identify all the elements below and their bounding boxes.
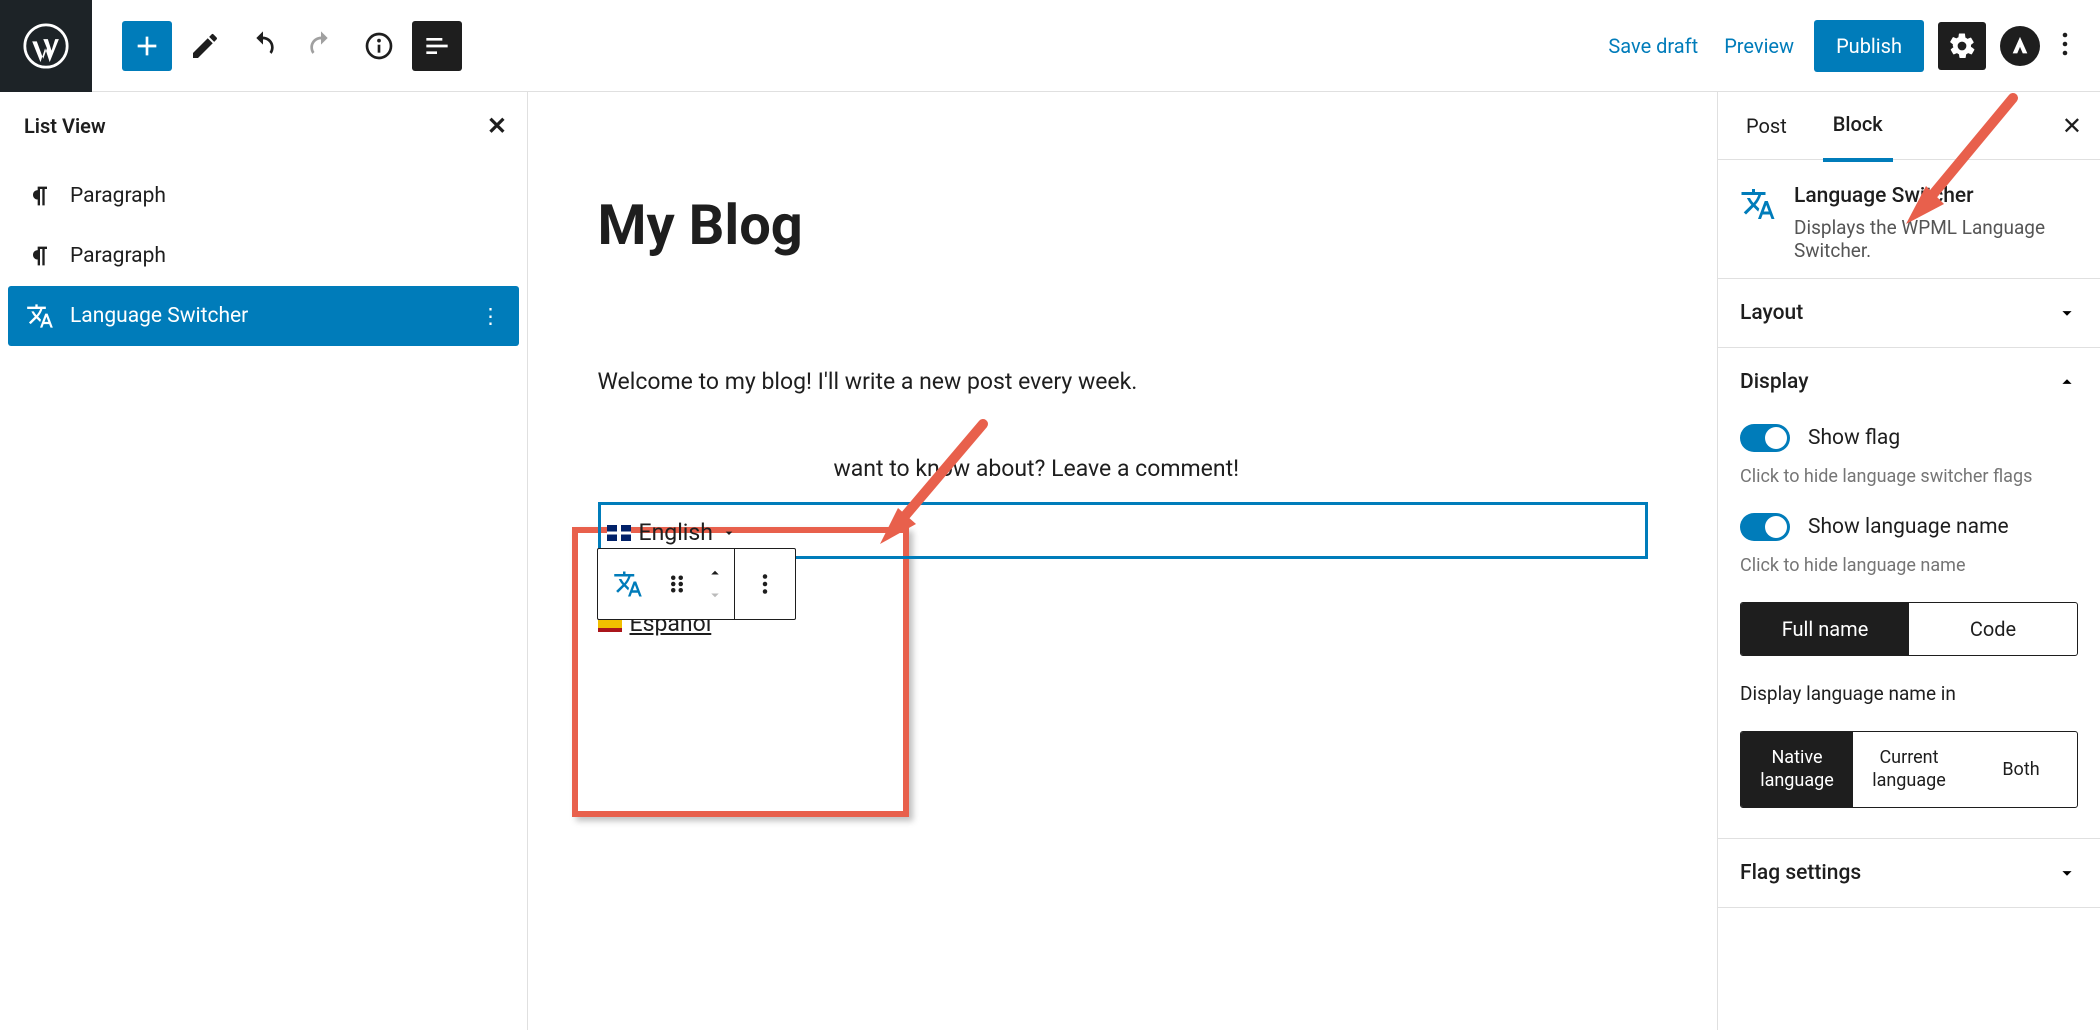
topbar: Save draft Preview Publish [0, 0, 2100, 92]
list-item-more-icon[interactable]: ⋮ [480, 304, 501, 329]
toggle-show-name[interactable]: Show language name [1740, 513, 2078, 541]
display-in-group: Native language Current language Both [1740, 731, 2078, 808]
tools-button[interactable] [180, 21, 230, 71]
settings-button[interactable] [1938, 22, 1986, 70]
list-view-title: List View [24, 114, 106, 138]
paragraph-block[interactable]: want to know about? Leave a comment! [598, 455, 1648, 482]
listview-toggle-button[interactable] [412, 21, 462, 71]
publish-button[interactable]: Publish [1814, 20, 1924, 72]
wordpress-logo[interactable] [0, 0, 92, 92]
section-layout: Layout [1718, 279, 2100, 348]
name-mode-group: Full name Code [1740, 602, 2078, 656]
translate-icon [26, 302, 54, 330]
list-view-panel: List View ✕ Paragraph ⋮ Paragraph ⋮ Lang… [0, 92, 528, 1030]
list-item-paragraph[interactable]: Paragraph ⋮ [8, 226, 519, 286]
display-in-native[interactable]: Native language [1741, 732, 1853, 807]
drag-icon [662, 569, 692, 599]
block-more-button[interactable] [735, 549, 795, 619]
paragraph-icon [26, 242, 54, 270]
workspace: List View ✕ Paragraph ⋮ Paragraph ⋮ Lang… [0, 92, 2100, 1030]
list-view-items: Paragraph ⋮ Paragraph ⋮ Language Switche… [0, 160, 527, 352]
toggle-label: Show language name [1808, 515, 2009, 539]
block-description: Displays the WPML Language Switcher. [1794, 216, 2078, 262]
more-vertical-icon [750, 569, 780, 599]
save-draft-link[interactable]: Save draft [1602, 34, 1704, 58]
chevron-down-icon [2056, 302, 2078, 324]
chevron-up-icon [2056, 371, 2078, 393]
paragraph-icon [26, 182, 54, 210]
section-display: Display Show flag Click to hide language… [1718, 348, 2100, 839]
list-item-label: Paragraph [70, 244, 166, 268]
name-mode-code[interactable]: Code [1909, 603, 2077, 655]
editor-canvas: My Blog Welcome to my blog! I'll write a… [528, 92, 1717, 1030]
list-item-paragraph[interactable]: Paragraph ⋮ [8, 166, 519, 226]
name-mode-fullname[interactable]: Full name [1741, 603, 1909, 655]
section-title: Display [1740, 370, 1808, 394]
toggle-switch[interactable] [1740, 424, 1790, 452]
translate-icon [613, 569, 643, 599]
section-layout-toggle[interactable]: Layout [1718, 279, 2100, 347]
flag-gb-icon [607, 525, 631, 541]
toggle-hint: Click to hide language switcher flags [1740, 466, 2078, 487]
redo-button[interactable] [296, 21, 346, 71]
sidebar-tab-block[interactable]: Block [1823, 92, 1893, 162]
display-in-both[interactable]: Both [1965, 732, 2077, 807]
sidebar-tabs: Post Block ✕ [1718, 92, 2100, 160]
list-view-header: List View ✕ [0, 92, 527, 160]
translate-icon [1740, 184, 1776, 224]
topbar-right: Save draft Preview Publish [1602, 20, 2100, 72]
undo-button[interactable] [238, 21, 288, 71]
section-display-toggle[interactable]: Display [1718, 348, 2100, 416]
section-flag-settings: Flag settings [1718, 839, 2100, 908]
move-down-icon[interactable] [706, 586, 724, 604]
block-header: Language Switcher Displays the WPML Lang… [1718, 160, 2100, 279]
section-title: Flag settings [1740, 861, 1861, 885]
block-title: Language Switcher [1794, 184, 2078, 208]
section-display-body: Show flag Click to hide language switche… [1718, 416, 2100, 838]
preview-link[interactable]: Preview [1718, 34, 1800, 58]
toggle-switch[interactable] [1740, 513, 1790, 541]
chevron-down-icon [721, 525, 737, 541]
info-button[interactable] [354, 21, 404, 71]
plugin-circle-icon[interactable] [2000, 26, 2040, 66]
paragraph-block[interactable]: Welcome to my blog! I'll write a new pos… [598, 368, 1648, 395]
block-movers [696, 549, 734, 619]
toggle-show-flag[interactable]: Show flag [1740, 424, 2078, 452]
toggle-hint: Click to hide language name [1740, 555, 2078, 576]
section-title: Layout [1740, 301, 1803, 325]
block-toolbar [597, 548, 796, 620]
close-listview-button[interactable]: ✕ [487, 112, 507, 140]
move-up-icon[interactable] [706, 564, 724, 582]
list-item-label: Paragraph [70, 184, 166, 208]
chevron-down-icon [2056, 862, 2078, 884]
block-type-button[interactable] [598, 549, 658, 619]
list-item-language-switcher[interactable]: Language Switcher ⋮ [8, 286, 519, 346]
display-in-current[interactable]: Current language [1853, 732, 1965, 807]
post-title[interactable]: My Blog [598, 192, 1648, 258]
drag-handle[interactable] [658, 549, 696, 619]
topbar-more-button[interactable] [2054, 31, 2076, 61]
language-current[interactable]: English [607, 519, 1635, 546]
settings-sidebar: Post Block ✕ Language Switcher Displays … [1717, 92, 2100, 1030]
list-item-label: Language Switcher [70, 304, 248, 328]
display-in-label: Display language name in [1740, 682, 2078, 705]
toggle-label: Show flag [1808, 426, 1900, 450]
post-body: My Blog Welcome to my blog! I'll write a… [578, 112, 1668, 1010]
section-flag-settings-toggle[interactable]: Flag settings [1718, 839, 2100, 907]
topbar-left [92, 21, 462, 71]
add-block-button[interactable] [122, 21, 172, 71]
sidebar-tab-post[interactable]: Post [1736, 92, 1797, 160]
language-current-label: English [639, 519, 713, 546]
close-sidebar-button[interactable]: ✕ [2062, 112, 2082, 140]
